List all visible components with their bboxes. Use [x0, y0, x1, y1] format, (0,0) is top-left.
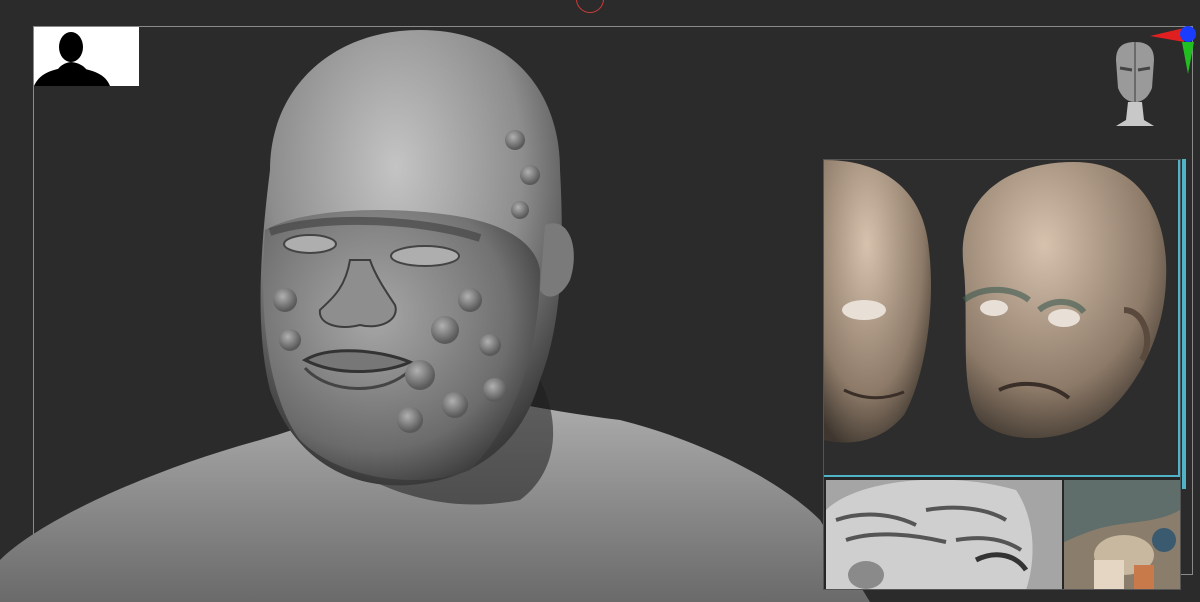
- silhouette-icon: [34, 32, 110, 86]
- xyz-axis-icon[interactable]: [1144, 22, 1200, 76]
- old-man-head-front: [824, 160, 932, 443]
- reference-panel-scrollbar[interactable]: [1182, 159, 1186, 489]
- silhouette-thumbnail[interactable]: [34, 27, 139, 86]
- reference-image-closeup[interactable]: [826, 480, 1062, 589]
- reference-panel[interactable]: [823, 159, 1181, 590]
- sculpt-app: [0, 0, 1200, 602]
- wrinkled-head-closeup: [826, 480, 1062, 589]
- left-eye: [283, 234, 337, 254]
- right-eye: [390, 245, 460, 267]
- sculpt-photo-closeup: [1064, 480, 1180, 589]
- reference-image-photo[interactable]: [1064, 480, 1180, 589]
- reference-image-heads[interactable]: [824, 160, 1180, 477]
- old-man-heads-image: [824, 160, 1167, 443]
- ear-shape: [540, 223, 574, 297]
